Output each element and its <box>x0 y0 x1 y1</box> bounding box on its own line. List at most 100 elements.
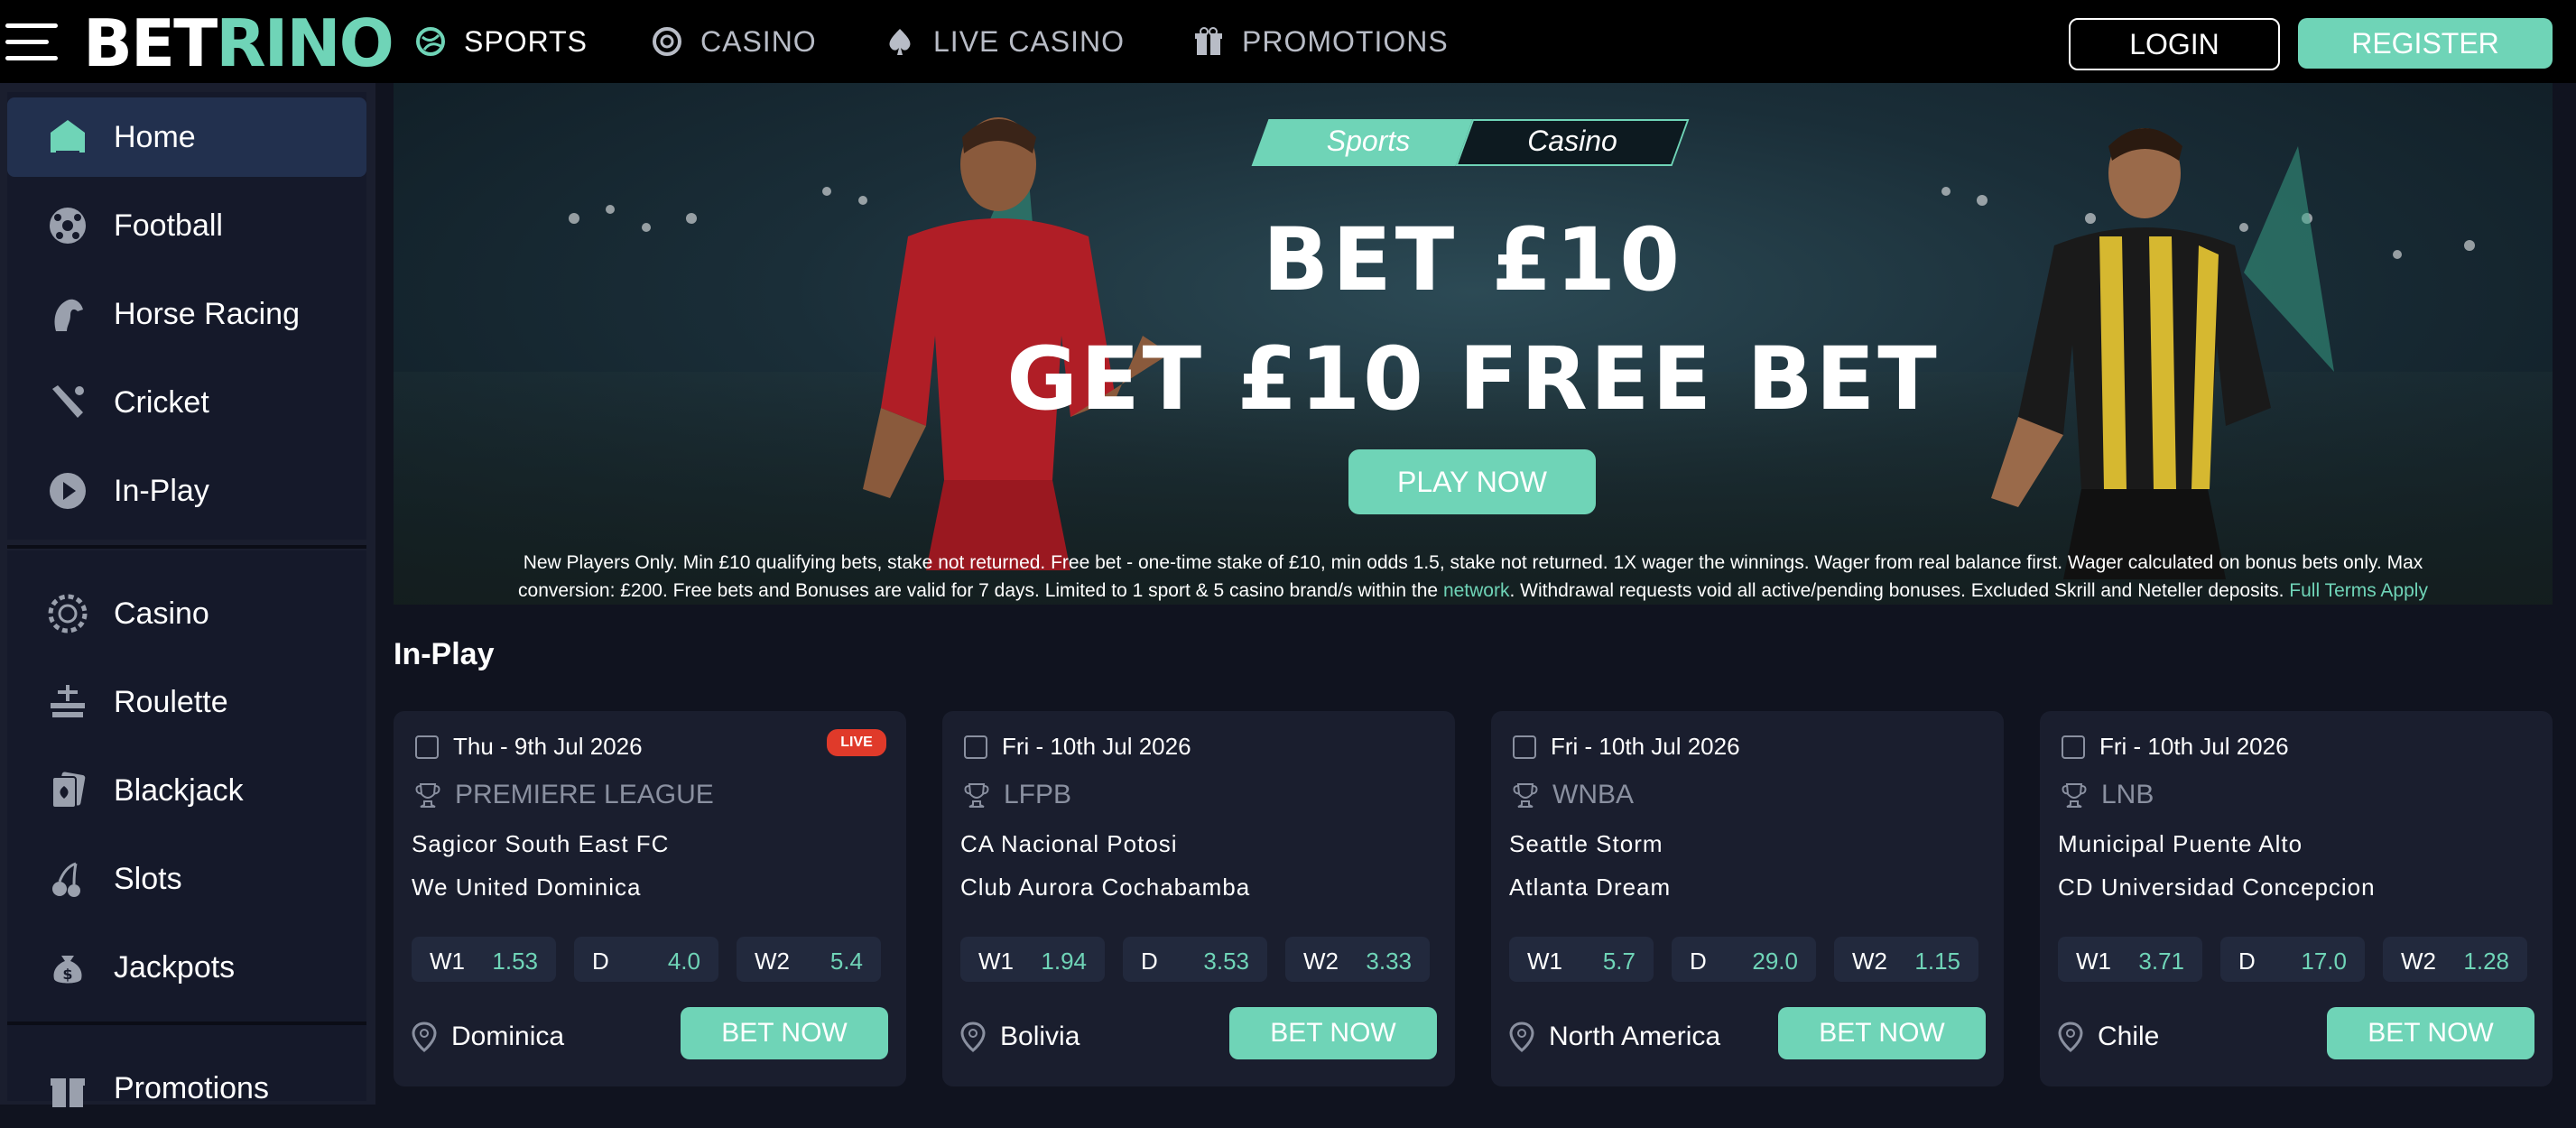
location-pin-icon <box>412 1022 437 1052</box>
odds-value: 29.0 <box>1752 948 1798 975</box>
bet-now-button[interactable]: BET NOW <box>1778 1007 1986 1059</box>
odds-w2[interactable]: W2 1.15 <box>1834 937 1978 982</box>
sidebar-item-blackjack[interactable]: Blackjack <box>7 751 366 830</box>
team-home: Municipal Puente Alto <box>2058 830 2303 857</box>
nav-live-casino[interactable]: LIVE CASINO <box>885 22 1125 61</box>
roulette-icon <box>51 685 85 717</box>
event-date: Fri - 10th Jul 2026 <box>964 733 1191 761</box>
terms-line-2: conversion: £200. Free bets and Bonuses … <box>430 577 2516 605</box>
odds-w2[interactable]: W2 1.28 <box>2383 937 2527 982</box>
sidebar-divider <box>7 1022 366 1025</box>
odds-value: 3.53 <box>1203 948 1249 975</box>
casino-chip-icon <box>653 27 681 56</box>
in-play-heading: In-Play <box>394 637 495 671</box>
odds-w2[interactable]: W2 3.33 <box>1285 937 1430 982</box>
sidebar-item-label: Roulette <box>114 684 228 719</box>
network-link[interactable]: network <box>1443 580 1510 601</box>
odds-value: 1.28 <box>2463 948 2509 975</box>
cards-icon <box>51 772 86 809</box>
event-card[interactable]: Fri - 10th Jul 2026 LFPB CA Nacional Pot… <box>942 711 1455 1086</box>
event-location: North America <box>1509 1022 1720 1052</box>
odds-value: 17.0 <box>2301 948 2347 975</box>
calendar-icon <box>2062 735 2085 759</box>
event-league-text: PREMIERE LEAGUE <box>455 780 714 809</box>
event-card[interactable]: Fri - 10th Jul 2026 WNBA Seattle Storm A… <box>1491 711 2004 1086</box>
football-globe-icon <box>416 27 445 56</box>
odds-w2[interactable]: W2 5.4 <box>737 937 881 982</box>
sidebar-item-label: Jackpots <box>114 949 236 985</box>
casino-chip-icon <box>48 594 88 633</box>
menu-icon[interactable] <box>5 23 58 63</box>
nav-promotions-label: PROMOTIONS <box>1242 24 1449 58</box>
nav-sports[interactable]: SPORTS <box>415 22 588 61</box>
promo-banner: Sports Casino BET £10 GET £10 FREE BET P… <box>394 83 2553 605</box>
sidebar-item-slots[interactable]: Slots <box>7 839 366 919</box>
event-location-text: Dominica <box>451 1022 565 1051</box>
odds-value: 3.71 <box>2138 948 2184 975</box>
odds-label: W2 <box>1852 948 1887 975</box>
odds-draw[interactable]: D 29.0 <box>1672 937 1816 982</box>
sidebar-item-horse-racing[interactable]: Horse Racing <box>7 274 366 354</box>
event-card[interactable]: Thu - 9th Jul 2026 LIVE PREMIERE LEAGUE … <box>394 711 906 1086</box>
odds-label: D <box>592 948 609 975</box>
odds-draw[interactable]: D 17.0 <box>2220 937 2365 982</box>
login-button[interactable]: LOGIN <box>2069 18 2280 70</box>
nav-casino[interactable]: CASINO <box>652 22 817 61</box>
banner-tabs: Sports Casino <box>1251 119 1690 166</box>
odds-w1[interactable]: W1 3.71 <box>2058 937 2202 982</box>
event-location-text: North America <box>1549 1022 1721 1051</box>
odds-w1[interactable]: W1 1.94 <box>960 937 1105 982</box>
horse-icon <box>54 299 83 331</box>
football-icon <box>50 208 86 244</box>
full-terms-link[interactable]: Full Terms Apply <box>2289 580 2428 601</box>
money-bag-icon: $ <box>53 956 82 984</box>
bet-now-button[interactable]: BET NOW <box>1229 1007 1437 1059</box>
sidebar-item-jackpots[interactable]: $ Jackpots <box>7 928 366 1007</box>
register-button[interactable]: REGISTER <box>2298 18 2553 69</box>
odds-draw[interactable]: D 4.0 <box>574 937 718 982</box>
tab-casino-label: Casino <box>1527 125 1617 157</box>
event-date: Fri - 10th Jul 2026 <box>1513 733 1740 761</box>
logo[interactable]: BETRINO <box>83 7 394 79</box>
sidebar-item-label: In-Play <box>114 473 209 508</box>
cherry-icon <box>52 862 80 897</box>
odds-value: 1.94 <box>1041 948 1087 975</box>
cricket-bat-icon <box>52 385 84 418</box>
nav-promotions[interactable]: PROMOTIONS <box>1193 22 1449 61</box>
play-now-button[interactable]: PLAY NOW <box>1348 449 1596 514</box>
top-navbar: BETRINO SPORTS CASINO LIVE CASINO PROMOT… <box>0 0 2576 83</box>
nav-sports-label: SPORTS <box>464 24 588 58</box>
odds-label: D <box>1141 948 1158 975</box>
team-away: CD Universidad Concepcion <box>2058 874 2376 901</box>
bet-now-button[interactable]: BET NOW <box>681 1007 888 1059</box>
sidebar-item-casino[interactable]: Casino <box>7 574 366 653</box>
trophy-icon <box>2062 783 2087 808</box>
calendar-icon <box>964 735 987 759</box>
odds-w1[interactable]: W1 1.53 <box>412 937 556 982</box>
event-card[interactable]: Fri - 10th Jul 2026 LNB Municipal Puente… <box>2040 711 2553 1086</box>
odds-value: 5.4 <box>829 948 863 975</box>
odds-w1[interactable]: W1 5.7 <box>1509 937 1654 982</box>
bet-now-button[interactable]: BET NOW <box>2327 1007 2534 1059</box>
nav-live-casino-label: LIVE CASINO <box>933 24 1125 58</box>
terms-text: conversion: £200. Free bets and Bonuses … <box>518 580 1443 601</box>
sidebar-item-football[interactable]: Football <box>7 186 366 265</box>
sidebar-item-promotions[interactable]: Promotions <box>7 1049 366 1128</box>
odds-label: W1 <box>1527 948 1562 975</box>
terms-line-1: New Players Only. Min £10 qualifying bet… <box>523 552 2423 573</box>
odds-label: W1 <box>2076 948 2111 975</box>
odds-value: 3.33 <box>1366 948 1412 975</box>
sidebar-item-home[interactable]: Home <box>7 97 366 177</box>
location-pin-icon <box>960 1022 986 1052</box>
sidebar-item-cricket[interactable]: Cricket <box>7 363 366 442</box>
event-date: Thu - 9th Jul 2026 <box>415 733 643 761</box>
odds-label: W1 <box>978 948 1014 975</box>
live-badge: LIVE <box>827 729 886 756</box>
odds-value: 5.7 <box>1602 948 1635 975</box>
odds-draw[interactable]: D 3.53 <box>1123 937 1267 982</box>
odds-value: 4.0 <box>667 948 700 975</box>
sidebar-item-in-play[interactable]: In-Play <box>7 451 366 531</box>
sidebar-divider <box>7 545 366 549</box>
sidebar-item-roulette[interactable]: Roulette <box>7 662 366 742</box>
gift-icon <box>1195 27 1222 55</box>
